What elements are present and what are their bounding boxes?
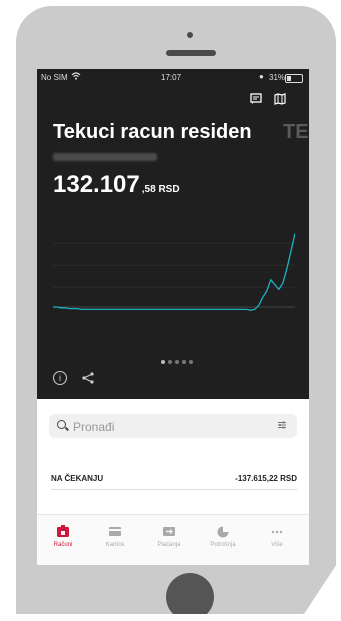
tab-bar: Računi Kartice Plaćanja Potrošnja Više [37,514,309,565]
card-icon [108,525,122,538]
carousel-dot[interactable] [161,360,165,364]
speaker-grille [166,50,216,56]
tab-spending[interactable]: Potrošnja [203,525,243,548]
tab-cards[interactable]: Kartice [95,525,135,548]
balance-decimal: ,58 RSD [141,184,180,195]
carousel-indicator[interactable] [161,351,196,369]
app-screen: No SIM 17:07 ● 31% Tekuci racun residen … [37,69,309,565]
status-time: 17:07 [161,73,182,82]
search-input[interactable] [71,417,265,437]
search-bar[interactable] [49,414,297,438]
pending-label: NA ČEKANJU [51,474,104,483]
account-header: No SIM 17:07 ● 31% Tekuci racun residen … [37,69,309,399]
carousel-dot[interactable] [175,360,179,364]
info-icon[interactable]: i [53,371,67,385]
status-bar: No SIM 17:07 ● 31% [37,69,309,87]
home-button[interactable] [166,573,214,614]
statement-icon[interactable] [249,93,263,107]
pending-amount: -137.615,22 RSD [235,474,297,483]
tab-more[interactable]: Više [257,525,297,548]
accounts-icon [56,525,70,538]
battery-percent: 31% [269,73,286,82]
carousel-dot[interactable] [182,360,186,364]
camera-icon [187,32,193,38]
share-icon[interactable] [81,371,95,385]
account-number-redacted [53,153,157,161]
next-account-title[interactable]: TE [283,121,309,144]
account-title[interactable]: Tekuci racun residen [53,121,252,144]
tab-payments[interactable]: Plaćanja [149,525,189,548]
map-icon[interactable] [273,93,287,107]
balance-chart [53,233,295,311]
payment-icon [162,525,176,538]
balance-series-line [53,233,295,311]
divider [51,489,297,490]
tab-cards-label: Kartice [105,542,125,548]
wifi-icon [71,72,81,82]
search-icon [57,420,66,429]
tab-more-label: Više [271,542,283,548]
tab-spending-label: Potrošnja [210,542,236,548]
tab-payments-label: Plaćanja [157,542,181,548]
battery-icon [285,74,303,83]
pending-row[interactable]: NA ČEKANJU -137.615,22 RSD [51,474,297,490]
carousel-dot[interactable] [189,360,193,364]
filter-icon[interactable] [277,420,287,430]
carousel-dot[interactable] [168,360,172,364]
pie-chart-icon [216,525,230,538]
more-icon [270,525,284,538]
balance-main: 132.107 [53,171,140,198]
tab-accounts-label: Računi [53,542,73,548]
carrier-label: No SIM [41,73,68,82]
alarm-icon: ● [259,72,264,81]
account-balance: 132.107,58 RSD [53,171,180,199]
tab-accounts[interactable]: Računi [43,525,83,548]
